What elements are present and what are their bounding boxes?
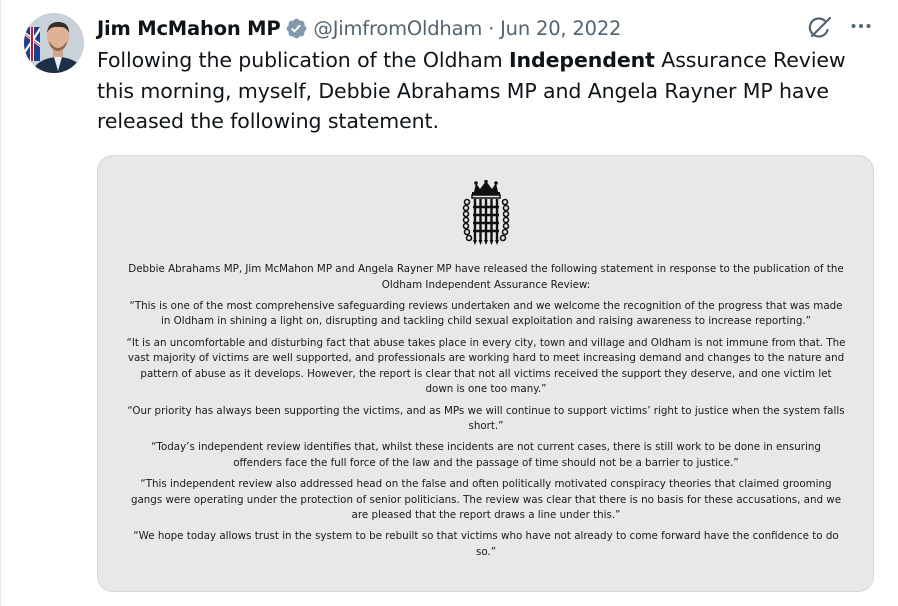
tweet-text: Following the publication of the Oldham …	[97, 45, 877, 137]
separator-dot: ·	[488, 16, 495, 40]
attached-image[interactable]: Debbie Abrahams MP, Jim McMahon MP and A…	[97, 155, 874, 592]
statement-text: Debbie Abrahams MP, Jim McMahon MP and A…	[126, 262, 846, 566]
tweet-text-start: Following the publication of the Oldham	[97, 48, 510, 72]
statement-paragraph: “This independent review also addressed …	[130, 478, 842, 522]
author-handle[interactable]: @JimfromOldham	[313, 17, 482, 40]
grok-icon[interactable]	[806, 14, 834, 42]
portcullis-emblem-icon	[456, 179, 516, 246]
statement-paragraph: “Today’s independent review identifies t…	[151, 441, 821, 469]
verified-badge-icon[interactable]	[285, 17, 308, 40]
avatar[interactable]	[24, 13, 84, 73]
tweet-text-bold: Independent	[509, 48, 655, 72]
timeline-divider	[0, 0, 1, 606]
more-icon[interactable]	[849, 14, 873, 38]
statement-paragraph: Debbie Abrahams MP, Jim McMahon MP and A…	[128, 263, 844, 291]
statement-paragraph: “It is an uncomfortable and disturbing f…	[126, 336, 846, 396]
tweet-date[interactable]: Jun 20, 2022	[500, 17, 621, 40]
author-name[interactable]: Jim McMahon MP	[97, 17, 281, 40]
statement-paragraph: “Our priority has always been supporting…	[127, 404, 845, 433]
statement-paragraph: “We hope today allows trust in the syste…	[133, 530, 839, 559]
tweet-header: Jim McMahon MP @JimfromOldham · Jun 20, …	[97, 12, 621, 44]
statement-paragraph: “This is one of the most comprehensive s…	[129, 299, 843, 328]
